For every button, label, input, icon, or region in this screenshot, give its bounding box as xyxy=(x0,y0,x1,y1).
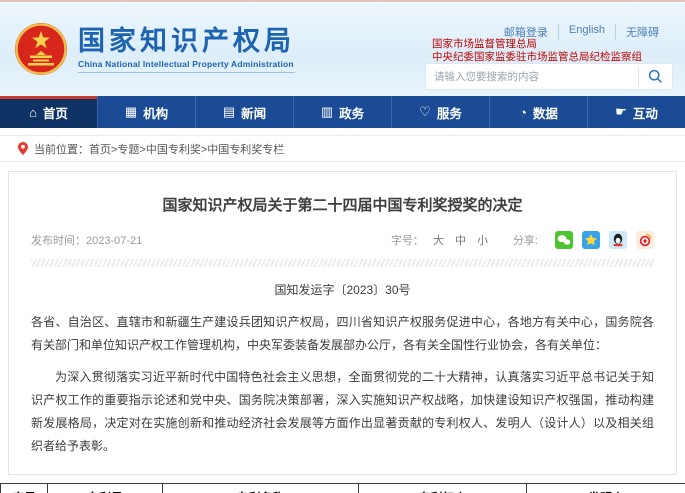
location-pin-icon xyxy=(18,142,28,155)
table-header-row: 序号 专利号 专利名称 专利权人 发明人 xyxy=(1,484,685,493)
nav-label: 机构 xyxy=(143,103,168,122)
wechat-share-icon[interactable] xyxy=(555,231,573,249)
breadcrumb: 当前位置： 首页>专题>中国专利奖>中国专利奖专栏 xyxy=(0,135,685,162)
document-number: 国知发运字〔2023〕30号 xyxy=(31,281,654,298)
breadcrumb-label: 当前位置： xyxy=(34,141,89,157)
nav-label: 新闻 xyxy=(241,103,266,122)
nav-item-data[interactable]: ◔ 数据 xyxy=(490,96,588,128)
site-title: 国家知识产权局 xyxy=(78,26,295,56)
search-input[interactable] xyxy=(426,71,638,83)
nav-label: 服务 xyxy=(437,103,462,122)
breadcrumb-path[interactable]: 首页>专题>中国专利奖>中国专利奖专栏 xyxy=(89,141,284,157)
document-icon: ▥ xyxy=(321,104,333,120)
article-paragraph: 为深入贯彻落实习近平新时代中国特色社会主义思想，全面贯彻党的二十大精神，认真落实… xyxy=(31,366,654,458)
fontsize-label: 字号： xyxy=(391,232,424,248)
nav-item-services[interactable]: ♡ 服务 xyxy=(392,96,490,128)
col-header-inventors: 发明人 xyxy=(527,484,685,493)
home-icon: ⌂ xyxy=(29,105,37,120)
brand-text: 国家知识产权局 China National Intellectual Prop… xyxy=(78,26,295,73)
article-meta: 发布时间：2023-07-21 字号： 大 中 小 分享: xyxy=(31,231,654,249)
col-header-patent-name: 专利名称 xyxy=(163,484,359,493)
page: 国家知识产权局 China National Intellectual Prop… xyxy=(0,0,685,493)
nav-label: 互动 xyxy=(633,103,658,122)
article-title: 国家知识产权局关于第二十四届中国专利奖授奖的决定 xyxy=(31,194,654,215)
col-header-no: 序号 xyxy=(1,484,48,493)
nav-item-news[interactable]: ▤ 新闻 xyxy=(196,96,294,128)
col-header-patent-id: 专利号 xyxy=(48,484,163,493)
service-icon: ♡ xyxy=(419,104,431,120)
publish-date: 发布时间：2023-07-21 xyxy=(31,232,142,248)
nav-item-interaction[interactable]: ☛ 互动 xyxy=(588,96,685,128)
search-icon xyxy=(648,69,663,84)
nav-item-institutions[interactable]: ▦ 机构 xyxy=(98,96,196,128)
article-paragraph: 各省、自治区、直辖市和新疆生产建设兵团知识产权局，四川省知识产权服务促进中心，各… xyxy=(31,311,654,357)
article-panel: 国家知识产权局关于第二十四届中国专利奖授奖的决定 发布时间：2023-07-21… xyxy=(8,171,677,475)
divider-hatched xyxy=(31,259,654,267)
national-emblem-icon xyxy=(14,22,68,76)
nav-label: 首页 xyxy=(43,103,68,122)
pie-chart-icon: ◔ xyxy=(519,105,527,120)
site-subtitle: China National Intellectual Property Adm… xyxy=(78,59,295,73)
qzone-share-icon[interactable] xyxy=(582,231,600,249)
col-header-patentee: 专利权人 xyxy=(359,484,527,493)
qq-share-icon[interactable] xyxy=(609,231,627,249)
main-nav: ⌂ 首页 ▦ 机构 ▤ 新闻 ▥ 政务 ♡ 服务 ◔ 数据 ☛ 互动 xyxy=(0,96,685,128)
search-box xyxy=(425,63,673,90)
weibo-share-icon[interactable] xyxy=(636,231,654,249)
fontsize-medium-button[interactable]: 中 xyxy=(455,232,466,248)
share-label: 分享: xyxy=(513,232,538,248)
hand-icon: ☛ xyxy=(615,104,627,120)
institution-icon: ▦ xyxy=(125,104,137,120)
patent-award-table: 序号 专利号 专利名称 专利权人 发明人 98 ZL201310403924.1… xyxy=(0,483,685,493)
fontsize-small-button[interactable]: 小 xyxy=(477,232,488,248)
nav-item-gov-affairs[interactable]: ▥ 政务 xyxy=(294,96,392,128)
nav-item-home[interactable]: ⌂ 首页 xyxy=(0,96,98,128)
site-header: 国家知识产权局 China National Intellectual Prop… xyxy=(0,2,685,96)
news-icon: ▤ xyxy=(223,104,235,120)
nav-label: 政务 xyxy=(339,103,364,122)
samr-link[interactable]: 国家市场监督管理总局 xyxy=(432,38,642,51)
related-gov-links: 国家市场监督管理总局 中央纪委国家监委驻市场监管总局纪检监察组 xyxy=(432,38,642,64)
nav-label: 数据 xyxy=(533,103,558,122)
site-logo[interactable]: 国家知识产权局 China National Intellectual Prop… xyxy=(14,22,295,76)
search-button[interactable] xyxy=(638,67,672,86)
fontsize-large-button[interactable]: 大 xyxy=(433,232,444,248)
